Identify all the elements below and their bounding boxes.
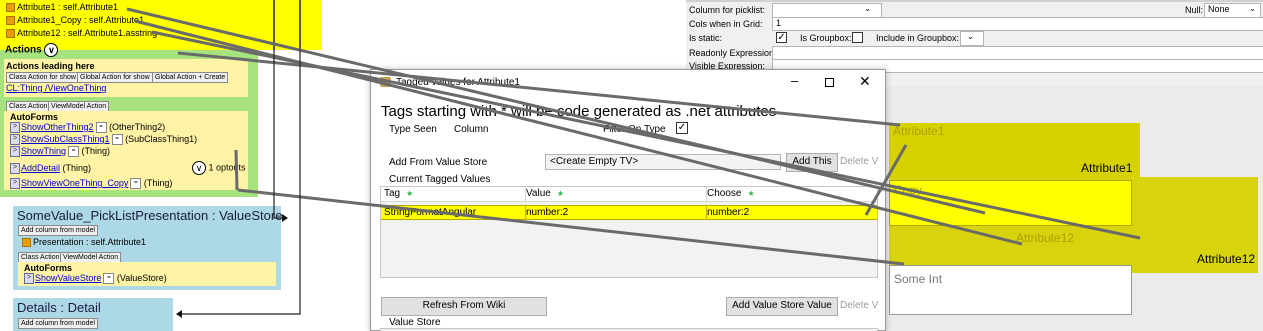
connector-line (126, 7, 986, 215)
arrow-head (282, 214, 288, 222)
connector-line (237, 188, 905, 266)
connector-line (234, 149, 239, 191)
details-arrow-line (178, 50, 301, 315)
connector-lines (126, 7, 1141, 318)
connector-line (864, 144, 908, 216)
connector-line (134, 19, 1023, 246)
arrow-head (176, 310, 182, 318)
